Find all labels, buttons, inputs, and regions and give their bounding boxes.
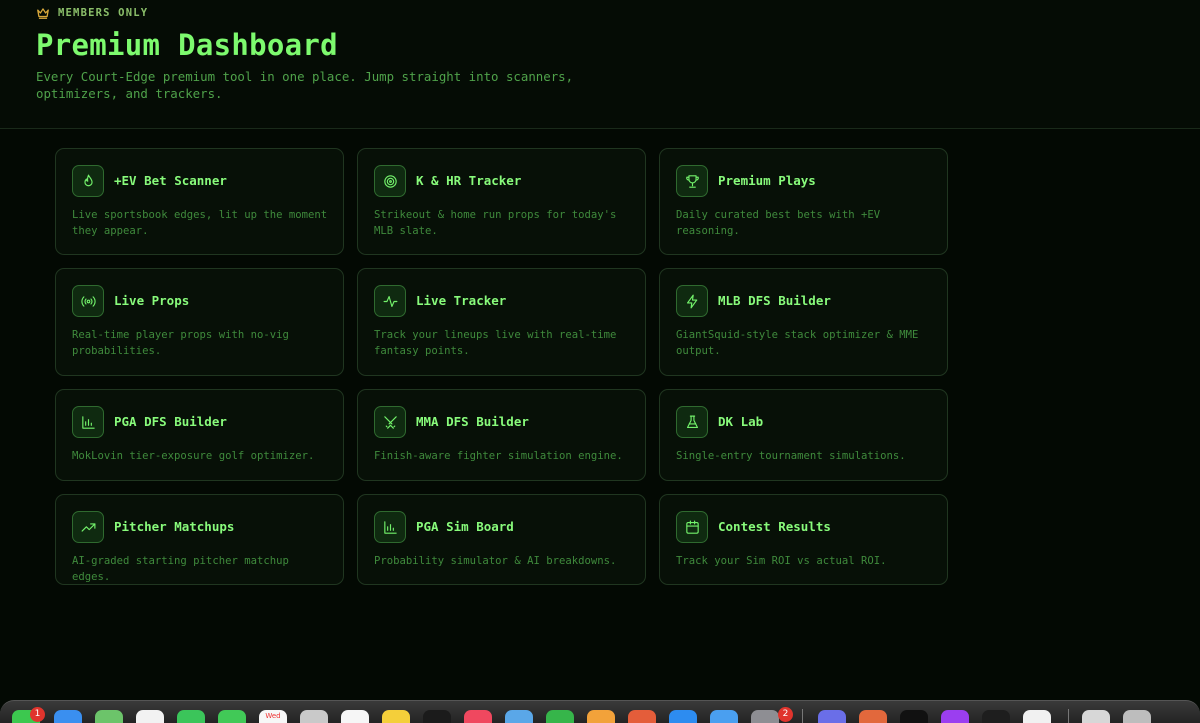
card-title: Premium Plays xyxy=(718,173,816,188)
trending-up-icon xyxy=(81,522,95,532)
card-title: Contest Results xyxy=(718,519,831,534)
dock-separator xyxy=(802,709,803,723)
downloads-folder-icon[interactable] xyxy=(1082,710,1110,723)
activity-icon xyxy=(383,295,397,307)
card-live-props[interactable]: Live Props Real-time player props with n… xyxy=(55,268,344,376)
phone-app-icon[interactable] xyxy=(218,710,246,723)
settings-notification-badge: 2 xyxy=(778,707,793,722)
podcasts-app-icon[interactable] xyxy=(941,710,969,723)
terminal-app-icon[interactable] xyxy=(982,710,1010,723)
card-description: Strikeout & home run props for today's M… xyxy=(374,209,617,237)
card-premium-plays[interactable]: Premium Plays Daily curated best bets wi… xyxy=(659,148,948,255)
card-title: PGA Sim Board xyxy=(416,519,514,534)
card-pga-sim-board[interactable]: PGA Sim Board Probability simulator & AI… xyxy=(357,494,646,585)
textedit-app-icon[interactable] xyxy=(1023,710,1051,723)
claude-app-icon[interactable] xyxy=(859,710,887,723)
trash-icon[interactable] xyxy=(1123,710,1151,723)
card-title: Live Props xyxy=(114,293,190,308)
photos-app-icon[interactable] xyxy=(136,710,164,723)
page-header: MEMBERS ONLY Premium Dashboard Every Cou… xyxy=(0,0,1200,129)
tv-app-icon[interactable] xyxy=(423,710,451,723)
messages-notification-badge: 1 xyxy=(30,707,45,722)
members-only-label: MEMBERS ONLY xyxy=(58,7,149,19)
page-title: Premium Dashboard xyxy=(36,28,338,62)
card-description: Single-entry tournament simulations. xyxy=(676,450,906,462)
xcode-app-icon[interactable] xyxy=(710,710,738,723)
card-title: MMA DFS Builder xyxy=(416,414,529,429)
calendar-icon xyxy=(685,520,699,534)
card-description: Probability simulator & AI breakdowns. xyxy=(374,555,617,567)
card-k-hr-tracker[interactable]: K & HR Tracker Strikeout & home run prop… xyxy=(357,148,646,255)
card-title: Live Tracker xyxy=(416,293,507,308)
card-mlb-dfs-builder[interactable]: MLB DFS Builder GiantSquid-style stack o… xyxy=(659,268,948,376)
card-ev-bet-scanner[interactable]: +EV Bet Scanner Live sportsbook edges, l… xyxy=(55,148,344,255)
contacts-app-icon[interactable] xyxy=(300,710,328,723)
trophy-icon xyxy=(685,174,699,188)
flask-icon xyxy=(686,415,698,428)
dock-separator xyxy=(1068,709,1069,723)
target-icon xyxy=(383,174,397,188)
macos-dock: 1 Wed 2 xyxy=(0,700,1200,723)
notion-app-icon[interactable] xyxy=(900,710,928,723)
numbers-app-icon[interactable] xyxy=(546,710,574,723)
card-live-tracker[interactable]: Live Tracker Track your lineups live wit… xyxy=(357,268,646,376)
card-description: Real-time player props with no-vig proba… xyxy=(72,329,289,357)
preview-app-icon[interactable] xyxy=(505,710,533,723)
crown-icon xyxy=(37,8,49,19)
discord-app-icon[interactable] xyxy=(818,710,846,723)
bar-chart-icon xyxy=(81,415,95,429)
members-only-badge: MEMBERS ONLY xyxy=(36,6,148,20)
app-store-icon[interactable] xyxy=(669,710,697,723)
facetime-app-icon[interactable] xyxy=(177,710,205,723)
card-description: MokLovin tier-exposure golf optimizer. xyxy=(72,450,315,462)
notes-app-icon[interactable] xyxy=(382,710,410,723)
card-description: Track your lineups live with real-time f… xyxy=(374,329,617,357)
page-subtitle: Every Court-Edge premium tool in one pla… xyxy=(36,69,574,101)
mail-app-icon[interactable] xyxy=(54,710,82,723)
card-title: K & HR Tracker xyxy=(416,173,522,188)
card-title: PGA DFS Builder xyxy=(114,414,227,429)
card-pitcher-matchups[interactable]: Pitcher Matchups AI-graded starting pitc… xyxy=(55,494,344,585)
broadcast-icon xyxy=(80,295,96,307)
card-title: MLB DFS Builder xyxy=(718,293,831,308)
card-contest-results[interactable]: Contest Results Track your Sim ROI vs ac… xyxy=(659,494,948,585)
settings-app-icon[interactable] xyxy=(751,710,779,723)
card-description: Live sportsbook edges, lit up the moment… xyxy=(72,209,328,237)
calendar-app-icon[interactable]: Wed xyxy=(259,710,287,723)
flame-icon xyxy=(83,174,93,186)
card-dk-lab[interactable]: DK Lab Single-entry tournament simulatio… xyxy=(659,389,948,481)
keynote-app-icon[interactable] xyxy=(628,710,656,723)
maps-app-icon[interactable] xyxy=(95,710,123,723)
card-description: Track your Sim ROI vs actual ROI. xyxy=(676,555,887,567)
crossed-swords-icon xyxy=(383,415,397,429)
card-mma-dfs-builder[interactable]: MMA DFS Builder Finish-aware fighter sim… xyxy=(357,389,646,481)
card-description: Daily curated best bets with +EV reasoni… xyxy=(676,209,881,237)
pages-app-icon[interactable] xyxy=(587,710,615,723)
lightning-icon xyxy=(686,294,697,308)
reminders-app-icon[interactable] xyxy=(341,710,369,723)
bar-chart-icon xyxy=(383,520,397,534)
music-app-icon[interactable] xyxy=(464,710,492,723)
card-description: Finish-aware fighter simulation engine. xyxy=(374,450,623,462)
card-title: Pitcher Matchups xyxy=(114,519,235,534)
card-title: DK Lab xyxy=(718,414,764,429)
card-title: +EV Bet Scanner xyxy=(114,173,227,188)
card-description: GiantSquid-style stack optimizer & MME o… xyxy=(676,329,919,357)
card-description: AI-graded starting pitcher matchup edges… xyxy=(72,555,289,583)
card-pga-dfs-builder[interactable]: PGA DFS Builder MokLovin tier-exposure g… xyxy=(55,389,344,481)
